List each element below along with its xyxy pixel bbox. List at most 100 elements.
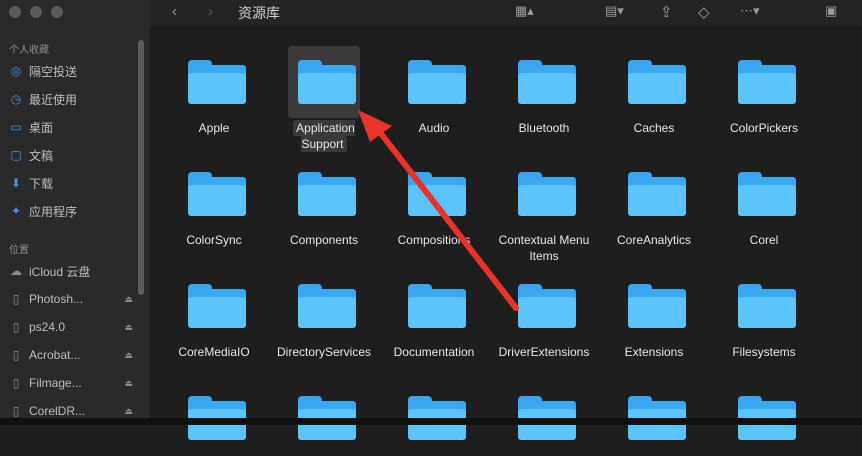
folder-item[interactable]: ColorPickers <box>714 46 814 136</box>
folder-icon <box>188 172 246 216</box>
folder-item[interactable]: Contextual Menu Items <box>494 158 594 264</box>
folder-label: ColorPickers <box>729 121 798 135</box>
sidebar-location-label: ps24.0 <box>29 320 66 334</box>
folder-item[interactable]: DriverExtensions <box>494 270 594 360</box>
folder-item[interactable]: Apple <box>164 46 264 136</box>
tag-icon[interactable]: ◇ <box>698 3 710 21</box>
folder-icon <box>518 60 576 104</box>
folder-label: CoreMediaIO <box>178 345 250 359</box>
folder-icon-wrap <box>508 46 580 118</box>
sidebar-item-2[interactable]: ▭ 桌面 <box>9 117 137 137</box>
folder-icon-wrap <box>398 270 470 342</box>
disk-icon: ▯ <box>12 348 20 362</box>
folder-icon-wrap <box>508 158 580 230</box>
folder-icon-wrap <box>288 46 360 118</box>
eject-icon[interactable]: ⏏ <box>124 350 133 361</box>
folder-label: ColorSync <box>186 233 242 247</box>
toolbar: ‹ › 资源库 ▦▴ ▤▾ ⇪ ◇ ⋯▾ ▣ <box>150 0 862 26</box>
sidebar-item-label: 下载 <box>29 176 54 191</box>
desktop-icon: ▭ <box>10 120 22 134</box>
locations-section-title: 位置 <box>9 245 29 256</box>
sidebar-location-2[interactable]: ▯ ps24.0 ⏏ <box>9 317 137 337</box>
sidebar-item-5[interactable]: ✦ 应用程序 <box>9 201 137 221</box>
folder-label: Caches <box>633 121 675 135</box>
sidebar-item-label: 文稿 <box>29 148 54 163</box>
group-icon[interactable]: ▤▾ <box>605 3 624 19</box>
folder-item[interactable]: Application Support <box>274 46 374 152</box>
sidebar-location-0[interactable]: ☁ iCloud 云盘 <box>9 261 137 281</box>
more-actions-icon[interactable]: ⋯▾ <box>740 3 760 19</box>
disk-icon: ▯ <box>12 404 20 418</box>
disk-icon: ▯ <box>12 376 20 390</box>
sidebar-location-label: CorelDR... <box>29 404 86 418</box>
sidebar-location-4[interactable]: ▯ Filmage... ⏏ <box>9 373 137 393</box>
sidebar-location-3[interactable]: ▯ Acrobat... ⏏ <box>9 345 137 365</box>
folder-icon <box>738 60 796 104</box>
folder-item[interactable]: Corel <box>714 158 814 248</box>
folder-icon <box>298 172 356 216</box>
eject-icon[interactable]: ⏏ <box>124 322 133 333</box>
view-grid-icon[interactable]: ▦▴ <box>515 3 534 19</box>
eject-icon[interactable]: ⏏ <box>124 294 133 305</box>
folder-icon-wrap <box>728 158 800 230</box>
folder-icon <box>628 284 686 328</box>
folder-item[interactable]: ColorSync <box>164 158 264 248</box>
sidebar-location-1[interactable]: ▯ Photosh... ⏏ <box>9 289 137 309</box>
folder-item[interactable]: CoreMediaIO <box>164 270 264 360</box>
folder-icon-wrap <box>618 46 690 118</box>
folder-item[interactable]: Filesystems <box>714 270 814 360</box>
download-icon: ⬇ <box>10 176 22 190</box>
sidebar-location-label: iCloud 云盘 <box>29 264 91 279</box>
window-controls <box>9 6 63 18</box>
folder-icon-wrap <box>178 270 250 342</box>
folder-icon-wrap <box>508 270 580 342</box>
folder-item[interactable]: Components <box>274 158 374 248</box>
folder-icon <box>408 284 466 328</box>
eject-toolbar-icon[interactable]: ▣ <box>825 3 837 19</box>
clock-icon: ◷ <box>10 92 22 106</box>
folder-label: Contextual Menu Items <box>498 233 590 263</box>
sidebar-item-0[interactable]: ◎ 隔空投送 <box>9 61 137 81</box>
sidebar-item-4[interactable]: ⬇ 下载 <box>9 173 137 193</box>
folder-label: Application Support <box>274 120 374 152</box>
folder-icon <box>518 172 576 216</box>
disk-icon: ▯ <box>12 292 20 306</box>
minimize-window-button[interactable] <box>30 6 42 18</box>
applications-icon: ✦ <box>10 204 22 218</box>
folder-item[interactable]: DirectoryServices <box>274 270 374 360</box>
folder-label: Compositions <box>397 233 471 247</box>
folder-icon-wrap <box>728 46 800 118</box>
folder-icon-wrap <box>178 158 250 230</box>
folder-icon <box>298 284 356 328</box>
eject-icon[interactable]: ⏏ <box>124 406 133 417</box>
sidebar-location-label: Filmage... <box>29 376 82 390</box>
folder-label: Corel <box>749 233 779 247</box>
share-icon[interactable]: ⇪ <box>660 3 673 21</box>
sidebar-item-label: 隔空投送 <box>29 64 78 79</box>
folder-item[interactable]: Bluetooth <box>494 46 594 136</box>
close-window-button[interactable] <box>9 6 21 18</box>
window-title: 资源库 <box>238 5 280 21</box>
folder-icon-wrap <box>288 270 360 342</box>
eject-icon[interactable]: ⏏ <box>124 378 133 389</box>
folder-item[interactable]: CoreAnalytics <box>604 158 704 248</box>
document-icon: ▢ <box>10 148 22 162</box>
sidebar-item-label: 桌面 <box>29 120 54 135</box>
folder-item[interactable]: Audio <box>384 46 484 136</box>
cloud-icon: ☁ <box>10 264 22 278</box>
folder-item[interactable]: Compositions <box>384 158 484 248</box>
folder-icon <box>408 60 466 104</box>
chevron-left-icon[interactable]: ‹ <box>172 3 177 20</box>
folder-icon-wrap <box>178 46 250 118</box>
folder-item[interactable]: Documentation <box>384 270 484 360</box>
folder-item[interactable]: Extensions <box>604 270 704 360</box>
zoom-window-button[interactable] <box>51 6 63 18</box>
folder-icon <box>518 284 576 328</box>
sidebar-item-3[interactable]: ▢ 文稿 <box>9 145 137 165</box>
folder-item[interactable]: Caches <box>604 46 704 136</box>
folder-icon <box>298 60 356 104</box>
folder-icon-wrap <box>398 46 470 118</box>
sidebar-scrollbar[interactable] <box>138 40 144 295</box>
chevron-right-icon[interactable]: › <box>208 3 213 20</box>
sidebar-item-1[interactable]: ◷ 最近使用 <box>9 89 137 109</box>
